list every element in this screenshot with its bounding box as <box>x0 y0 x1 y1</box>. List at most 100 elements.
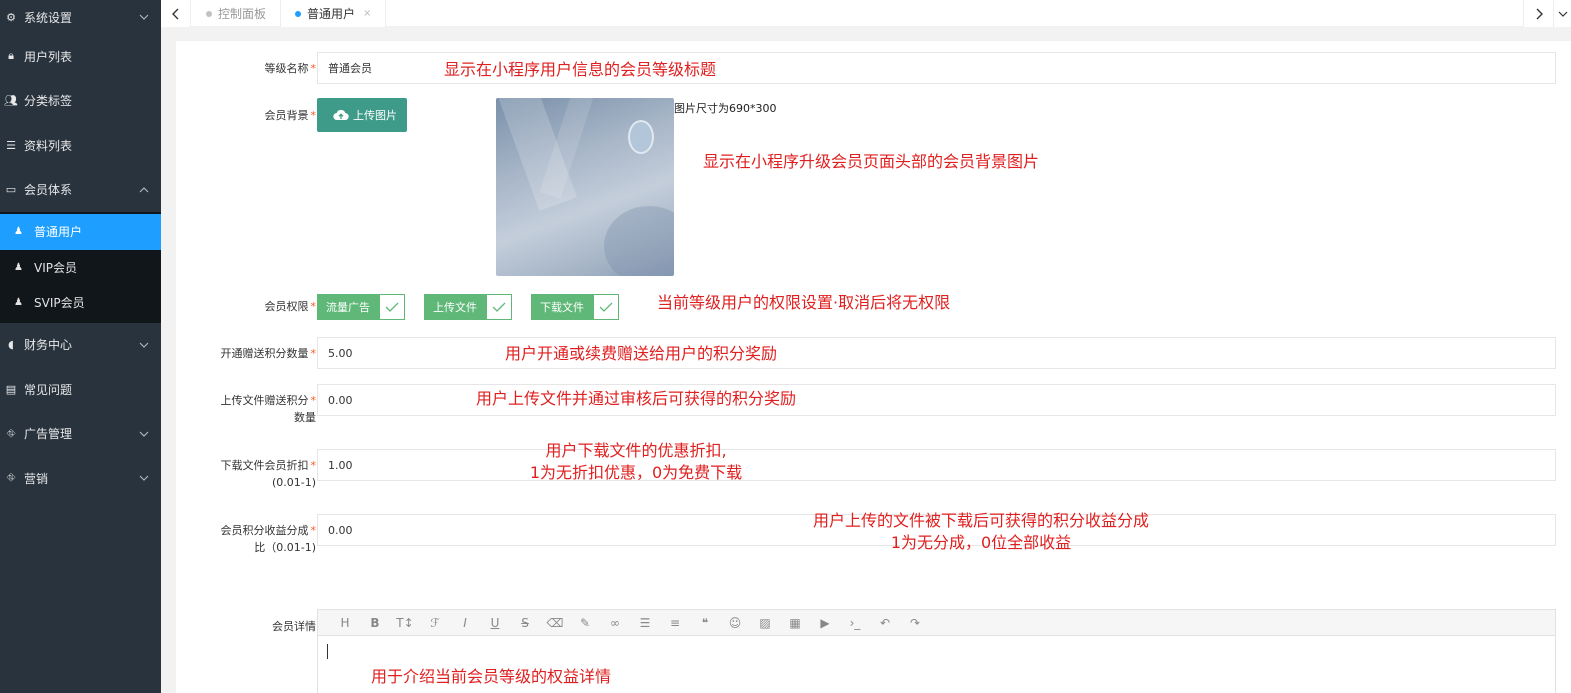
sidebar-item-membership[interactable]: ▭ 会员体系 <box>0 168 161 213</box>
user-lock-icon: 🔒︎ <box>8 49 14 63</box>
italic-icon[interactable]: I <box>450 610 480 636</box>
annotation-background: 显示在小程序升级会员页面头部的会员背景图片 <box>703 152 1040 171</box>
faq-icon: ▤ <box>5 382 17 396</box>
tab-menu-button[interactable] <box>1553 0 1571 27</box>
sidebar-item-resource-list[interactable]: ☰ 资料列表 <box>0 123 161 168</box>
sidebar-item-finance[interactable]: ◖ 财务中心 <box>0 323 161 368</box>
tab-normal-user[interactable]: 普通用户 × <box>281 0 387 27</box>
medal-icon <box>628 120 654 154</box>
open-points-value: 5.00 <box>328 346 353 360</box>
level-name-label: 等级名称 * <box>264 62 317 75</box>
sidebar-item-label: SVIP会员 <box>34 296 85 311</box>
membership-submenu: ♟ 普通用户 ♟ VIP会员 ♟ SVIP会员 <box>0 212 161 323</box>
details-label: 会员详情 <box>272 620 316 633</box>
underline-icon[interactable]: U <box>480 610 510 636</box>
list-icon[interactable]: ☰ <box>630 610 660 636</box>
users-icon: 👥︎ <box>4 94 18 108</box>
sidebar-item-normal-user[interactable]: ♟ 普通用户 <box>0 214 161 250</box>
table-icon[interactable]: ▦ <box>780 610 810 636</box>
sidebar-item-label: 系统设置 <box>24 10 73 25</box>
emoji-icon[interactable]: ☺ <box>720 610 750 636</box>
gears-icon: ⚙ <box>6 10 16 24</box>
undo-icon[interactable]: ↶ <box>870 610 900 636</box>
chevron-down-icon <box>139 475 149 482</box>
chevron-right-icon <box>1536 8 1543 19</box>
member-level-form: 等级名称 * 普通会员 显示在小程序用户信息的会员等级标题 会员背景 * 上传图片 … <box>176 41 1571 693</box>
sidebar-item-label: 财务中心 <box>24 338 73 353</box>
open-points-input[interactable]: 5.00 <box>317 337 1556 369</box>
open-points-label: 开通赠送积分数量 * <box>220 347 317 360</box>
revenue-share-value: 0.00 <box>328 523 353 537</box>
code-icon[interactable]: ›_ <box>840 610 870 636</box>
tab-label: 控制面板 <box>218 7 267 21</box>
sidebar-item-system-settings[interactable]: ⚙ 系统设置 <box>0 0 161 34</box>
level-name-value: 普通会员 <box>328 62 372 75</box>
permission-label: 流量广告 <box>317 294 379 320</box>
chevron-down-icon <box>139 14 149 20</box>
annotation-details: 用于介绍当前会员等级的权益详情 <box>371 667 612 686</box>
sidebar-item-user-list[interactable]: 🔒︎ 用户列表 <box>0 34 161 79</box>
strikethrough-icon[interactable]: S <box>510 610 540 636</box>
download-discount-value: 1.00 <box>328 458 353 472</box>
annotation-download-discount: 用户下载文件的优惠折扣, 1为无折扣优惠，0为免费下载 <box>529 441 743 482</box>
image-size-note: 图片尺寸为690*300 <box>674 102 777 115</box>
quote-icon[interactable]: ❝ <box>690 610 720 636</box>
tab-scroll-right-button[interactable] <box>1523 0 1553 27</box>
annotation-level-name: 显示在小程序用户信息的会员等级标题 <box>444 60 717 79</box>
video-icon[interactable]: ▶ <box>810 610 840 636</box>
sidebar-item-label: 分类标签 <box>24 94 73 109</box>
sidebar-item-label: VIP会员 <box>34 260 77 275</box>
upload-points-value: 0.00 <box>328 393 353 407</box>
background-label: 会员背景 * <box>264 109 317 122</box>
permissions-label: 会员权限 * <box>264 300 317 313</box>
sidebar-item-label: 普通用户 <box>34 225 83 240</box>
sidebar-item-ads[interactable]: ⛗ 广告管理 <box>0 412 161 457</box>
brush-icon[interactable]: ✎ <box>570 610 600 636</box>
font-size-icon[interactable]: T↕ <box>390 610 420 636</box>
upload-button-label: 上传图片 <box>353 109 397 122</box>
check-icon <box>379 294 405 320</box>
sidebar-item-category-tags[interactable]: 👥︎ 分类标签 <box>0 79 161 124</box>
editor-body[interactable] <box>318 636 1555 667</box>
annotation-upload-points: 用户上传文件并通过审核后可获得的积分奖励 <box>476 389 797 408</box>
tab-scroll-left-button[interactable] <box>161 0 191 27</box>
editor-toolbar: H B T↕ ℱ I U S ⌫ ✎ ∞ ☰ ≡ ❝ ☺ ▨ ▦ ▶ ›_ ↶ … <box>318 610 1555 636</box>
annotation-open-points: 用户开通或续费赠送给用户的积分奖励 <box>505 344 778 363</box>
tabs: 控制面板 普通用户 × <box>192 0 387 27</box>
eraser-icon[interactable]: ⌫ <box>540 610 570 636</box>
align-icon[interactable]: ≡ <box>660 610 690 636</box>
image-icon[interactable]: ▨ <box>750 610 780 636</box>
heading-icon[interactable]: H <box>330 610 360 636</box>
chevron-down-icon <box>139 342 149 348</box>
background-preview-image <box>496 98 674 276</box>
font-family-icon[interactable]: ℱ <box>420 610 450 636</box>
text-cursor <box>327 644 328 659</box>
user-icon: ♟ <box>14 297 23 309</box>
permission-label: 上传文件 <box>424 294 486 320</box>
bold-icon[interactable]: B <box>360 610 390 636</box>
revenue-share-label: 会员积分收益分成 * 比（0.01-1) <box>220 524 317 554</box>
sitemap-icon: ⛗ <box>6 471 16 485</box>
sidebar-item-faq[interactable]: ▤ 常见问题 <box>0 367 161 412</box>
chevron-left-icon <box>171 8 178 19</box>
tab-dashboard[interactable]: 控制面板 <box>192 0 282 27</box>
permission-ad-traffic[interactable]: 流量广告 <box>317 294 405 320</box>
sidebar-item-label: 用户列表 <box>24 49 73 64</box>
sidebar-item-svip[interactable]: ♟ SVIP会员 <box>0 285 161 321</box>
list-icon: ☰ <box>6 138 16 152</box>
close-icon[interactable]: × <box>363 8 371 19</box>
chevron-down-icon <box>1558 11 1567 17</box>
redo-icon[interactable]: ↷ <box>900 610 930 636</box>
upload-image-button[interactable]: 上传图片 <box>317 98 407 132</box>
link-icon[interactable]: ∞ <box>600 610 630 636</box>
sitemap-icon: ⛗ <box>6 426 16 440</box>
sidebar-item-label: 会员体系 <box>24 183 73 198</box>
sidebar-item-label: 资料列表 <box>24 138 73 153</box>
permission-label: 下载文件 <box>531 294 593 320</box>
permission-download-file[interactable]: 下载文件 <box>531 294 619 320</box>
sidebar-item-marketing[interactable]: ⛗ 营销 <box>0 456 161 501</box>
permission-upload-file[interactable]: 上传文件 <box>424 294 512 320</box>
sidebar-item-vip[interactable]: ♟ VIP会员 <box>0 250 161 286</box>
download-discount-label: 下载文件会员折扣 * (0.01-1) <box>220 459 317 489</box>
user-icon: ♟ <box>14 226 23 238</box>
